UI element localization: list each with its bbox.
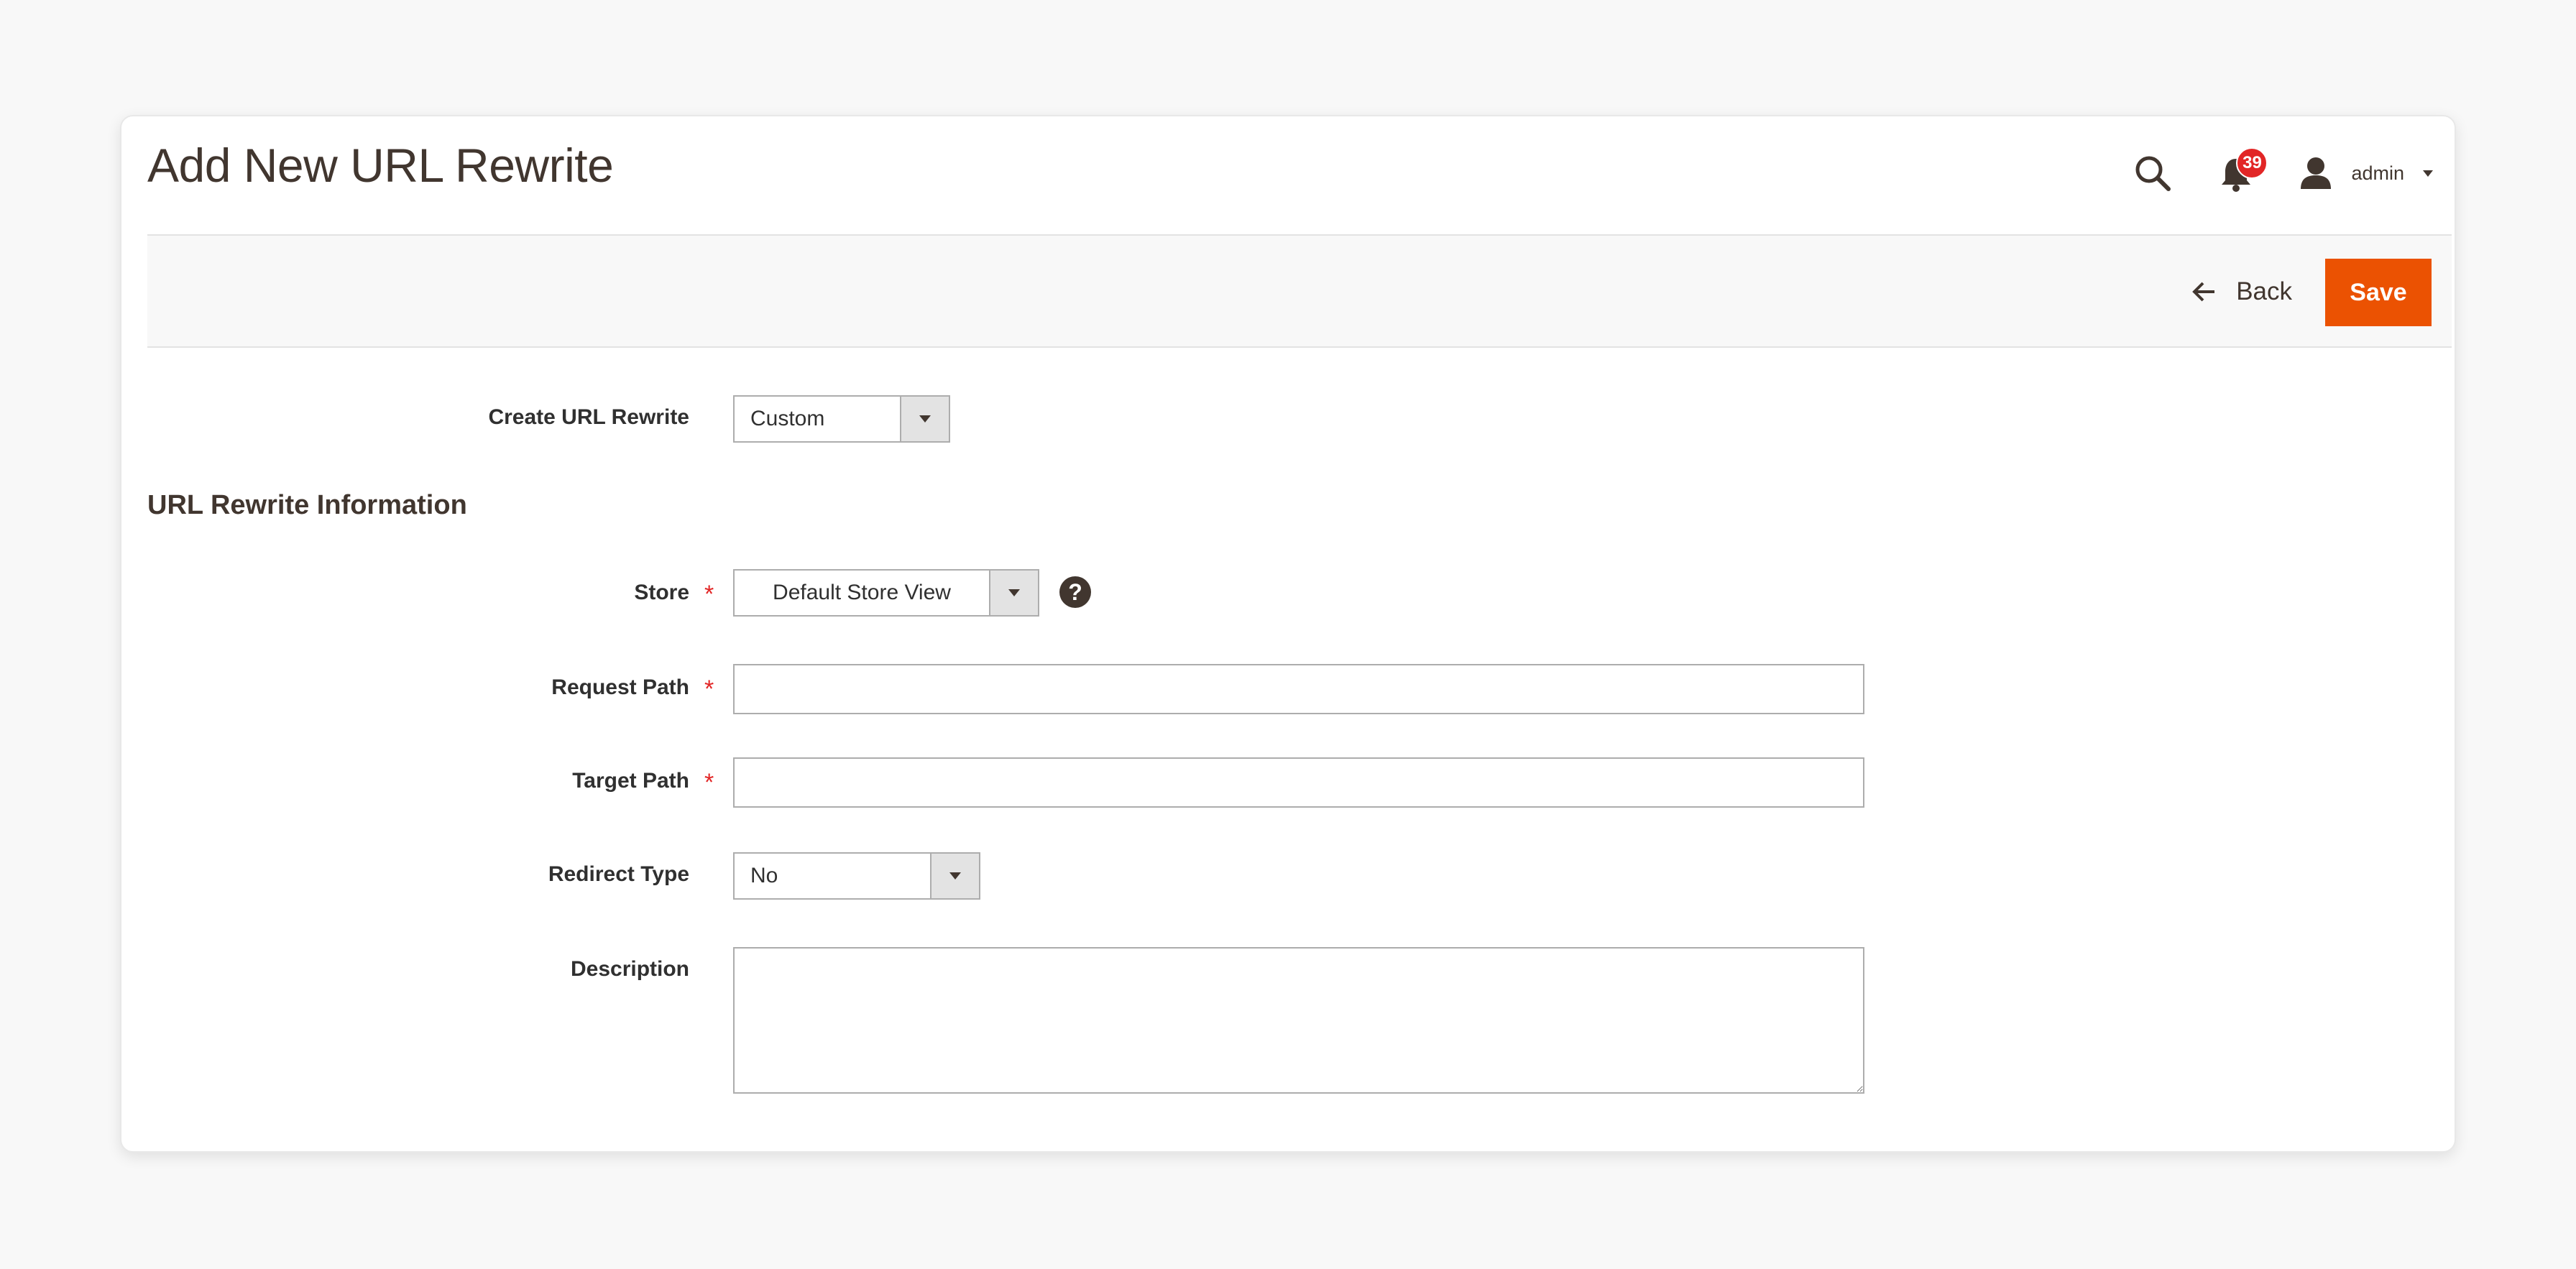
description-label: Description	[570, 957, 689, 981]
user-name[interactable]: admin	[2351, 162, 2404, 185]
create-url-rewrite-label: Create URL Rewrite	[488, 405, 689, 429]
store-label: Store	[634, 581, 689, 604]
search-icon[interactable]	[2133, 153, 2173, 193]
redirect-type-select[interactable]: No	[733, 852, 980, 900]
required-mark: *	[704, 769, 714, 796]
dropdown-toggle[interactable]	[930, 854, 979, 898]
create-url-rewrite-select[interactable]: Custom	[733, 395, 950, 443]
create-url-rewrite-value: Custom	[750, 407, 825, 430]
arrow-left-icon	[2192, 282, 2215, 302]
section-title: URL Rewrite Information	[147, 490, 467, 520]
back-button[interactable]: Back	[2191, 264, 2292, 319]
store-value: Default Store View	[773, 581, 951, 604]
store-select[interactable]: Default Store View	[733, 569, 1039, 617]
request-path-input[interactable]	[733, 664, 1864, 714]
chevron-down-icon[interactable]	[2423, 170, 2433, 177]
main-panel: Add New URL Rewrite 39 admin Back Save C…	[120, 115, 2456, 1153]
dropdown-toggle[interactable]	[900, 397, 949, 441]
description-textarea[interactable]	[733, 947, 1864, 1094]
required-mark: *	[704, 581, 714, 608]
target-path-label: Target Path	[572, 769, 689, 793]
help-icon[interactable]: ?	[1059, 576, 1091, 608]
notifications-button[interactable]: 39	[2217, 147, 2268, 196]
chevron-down-icon	[949, 872, 961, 880]
notification-count-badge: 39	[2236, 147, 2268, 179]
page-actions-bar: Back Save	[147, 234, 2452, 348]
chevron-down-icon	[919, 415, 931, 423]
page-title: Add New URL Rewrite	[147, 139, 614, 192]
user-icon[interactable]	[2299, 156, 2332, 190]
target-path-input[interactable]	[733, 757, 1864, 808]
redirect-type-value: No	[750, 864, 778, 887]
request-path-label: Request Path	[551, 675, 689, 699]
dropdown-toggle[interactable]	[989, 571, 1038, 615]
required-mark: *	[704, 675, 714, 703]
back-button-label: Back	[2236, 277, 2292, 305]
header-actions: 39 admin	[2133, 141, 2433, 206]
save-button[interactable]: Save	[2325, 259, 2432, 326]
chevron-down-icon	[1008, 589, 1020, 596]
redirect-type-label: Redirect Type	[548, 862, 689, 886]
